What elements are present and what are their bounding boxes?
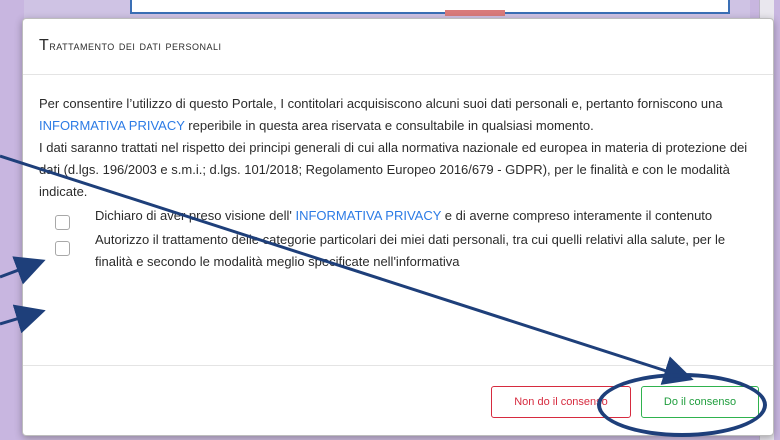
consent-highlight-ellipse <box>597 373 767 437</box>
arrow-to-consent <box>0 154 694 385</box>
arrow-to-checkbox-1 <box>0 256 46 285</box>
arrow-to-checkbox-2 <box>0 304 46 334</box>
